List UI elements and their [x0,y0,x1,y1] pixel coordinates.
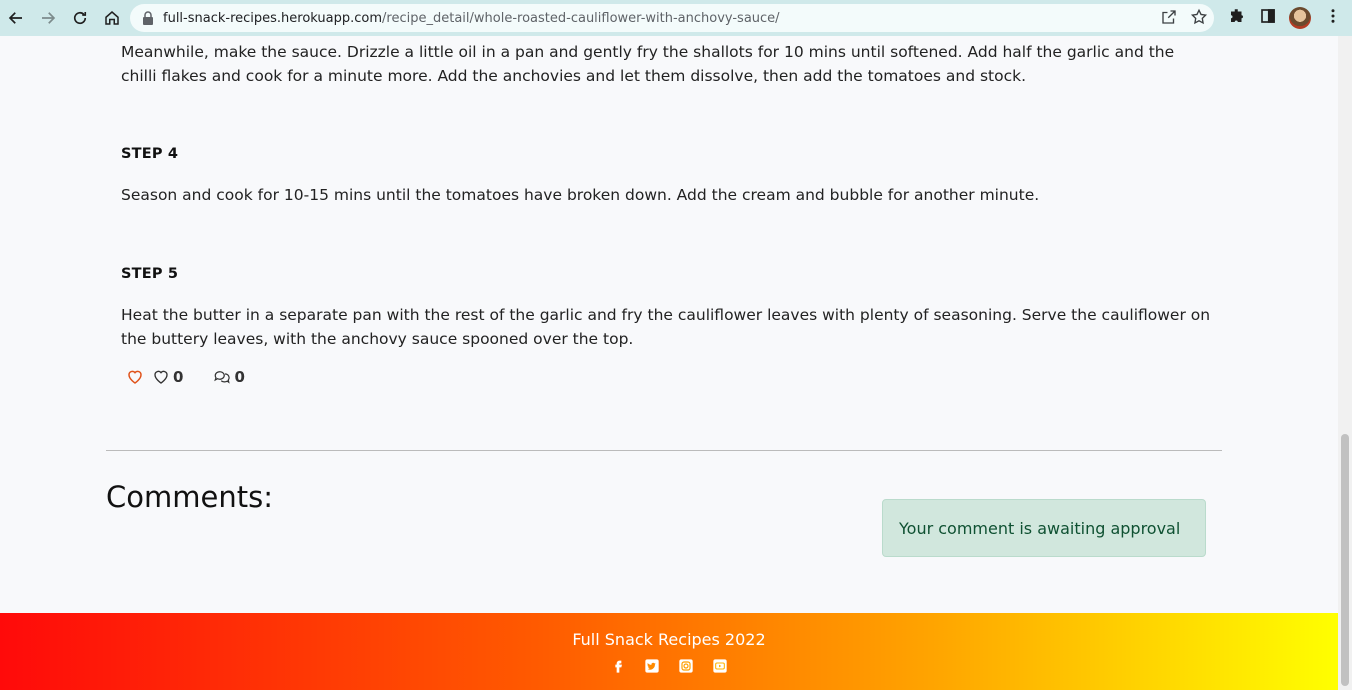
like-button[interactable] [126,368,144,386]
site-footer: Full Snack Recipes 2022 [0,613,1338,690]
menu-kebab-icon[interactable] [1324,7,1342,29]
footer-copyright: Full Snack Recipes 2022 [572,630,766,649]
comments-heading: Comments: [106,480,273,514]
heart-outline-icon [128,370,142,384]
step-4-text: Season and cook for 10-15 mins until the… [121,186,1040,204]
step-5-text: Heat the butter in a separate pan with t… [121,306,1211,348]
page-scrollbar[interactable] [1338,36,1352,690]
comments-icon [214,371,231,384]
home-icon[interactable] [96,2,128,34]
step-3-text: Meanwhile, make the sauce. Drizzle a lit… [121,43,1175,85]
bookmark-star-icon[interactable] [1190,8,1208,30]
instagram-icon[interactable] [676,657,696,675]
url-path: /recipe_detail/whole-roasted-cauliflower… [382,10,780,26]
social-links [0,657,1338,675]
comment-count-value: 0 [234,368,245,386]
share-icon[interactable] [1160,8,1178,30]
comment-count: 0 [213,368,245,386]
recipe-detail-page: Meanwhile, make the sauce. Drizzle a lit… [0,36,1338,690]
heart-icon [154,370,168,384]
url-host: full-snack-recipes.herokuapp.com [163,10,383,26]
comment-pending-alert: Your comment is awaiting approval [882,499,1206,557]
twitter-icon[interactable] [642,657,662,675]
like-count: 0 [152,368,183,386]
forward-icon[interactable] [32,2,64,34]
extensions-area [1222,2,1352,34]
profile-avatar[interactable] [1289,7,1312,29]
youtube-icon[interactable] [710,657,730,675]
recipe-actions: 0 0 [126,368,245,386]
extensions-puzzle-icon[interactable] [1228,7,1246,29]
step-5-title: STEP 5 [121,266,179,282]
browser-toolbar: full-snack-recipes.herokuapp.com/recipe_… [0,0,1352,36]
scrollbar-thumb[interactable] [1341,434,1349,686]
step-4-title: STEP 4 [121,146,179,162]
section-divider [106,450,1222,451]
back-icon[interactable] [0,2,32,34]
reload-icon[interactable] [64,2,96,34]
address-bar[interactable]: full-snack-recipes.herokuapp.com/recipe_… [130,4,1214,32]
lock-icon [143,11,153,25]
side-panel-icon[interactable] [1259,7,1277,29]
facebook-icon[interactable] [608,657,628,675]
like-count-value: 0 [173,368,184,386]
